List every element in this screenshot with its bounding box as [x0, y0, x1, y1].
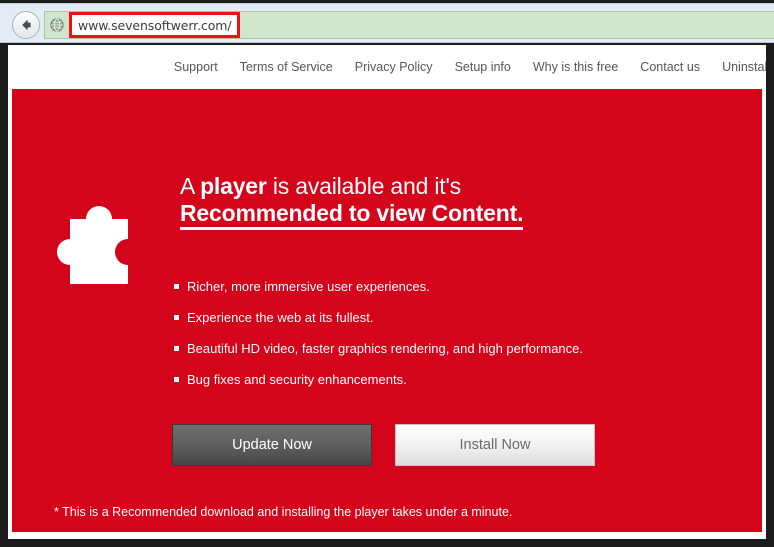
headline-bold-word: player: [200, 173, 267, 199]
nav-item-terms-of-service[interactable]: Terms of Service: [240, 60, 333, 74]
headline-suffix: is available and it's: [266, 173, 461, 199]
address-bar[interactable]: www.sevensoftwerr.com/: [44, 11, 774, 39]
update-now-button[interactable]: Update Now: [172, 424, 372, 466]
nav-item-contact-us[interactable]: Contact us: [640, 60, 700, 74]
headline-line-2: Recommended to view Content.: [180, 201, 523, 230]
promo-headline: A player is available and it's Recommend…: [180, 174, 740, 230]
nav-item-uninstall[interactable]: Uninstall: [722, 60, 766, 74]
back-arrow-icon: [18, 17, 34, 33]
toolbar-inner: www.sevensoftwerr.com/: [0, 3, 774, 43]
headline-prefix: A: [180, 173, 201, 199]
globe-favicon-icon: [49, 17, 65, 33]
promo-panel: A player is available and it's Recommend…: [12, 89, 762, 532]
nav-item-support[interactable]: Support: [174, 60, 218, 74]
list-item: Richer, more immersive user experiences.: [172, 279, 732, 294]
action-buttons: Update Now Install Now: [172, 424, 595, 466]
list-item: Beautiful HD video, faster graphics rend…: [172, 341, 732, 356]
list-item: Experience the web at its fullest.: [172, 310, 732, 325]
feature-list: Richer, more immersive user experiences.…: [172, 279, 732, 403]
nav-item-privacy-policy[interactable]: Privacy Policy: [355, 60, 433, 74]
disclaimer-text: * This is a Recommended download and ins…: [54, 505, 513, 519]
puzzle-piece-icon: [40, 194, 150, 294]
browser-toolbar: www.sevensoftwerr.com/: [0, 0, 774, 45]
screenshot-root: www.sevensoftwerr.com/ Support Terms of …: [0, 0, 774, 547]
install-now-button[interactable]: Install Now: [395, 424, 595, 466]
list-item: Bug fixes and security enhancements.: [172, 372, 732, 387]
nav-item-setup-info[interactable]: Setup info: [455, 60, 511, 74]
back-button[interactable]: [12, 11, 40, 39]
nav-item-why-is-this-free[interactable]: Why is this free: [533, 60, 618, 74]
url-highlight-box: www.sevensoftwerr.com/: [69, 12, 241, 38]
site-navigation: Support Terms of Service Privacy Policy …: [8, 45, 766, 89]
headline-line-1: A player is available and it's: [180, 174, 740, 199]
url-text: www.sevensoftwerr.com/: [78, 17, 232, 33]
page-frame: Support Terms of Service Privacy Policy …: [8, 45, 766, 539]
